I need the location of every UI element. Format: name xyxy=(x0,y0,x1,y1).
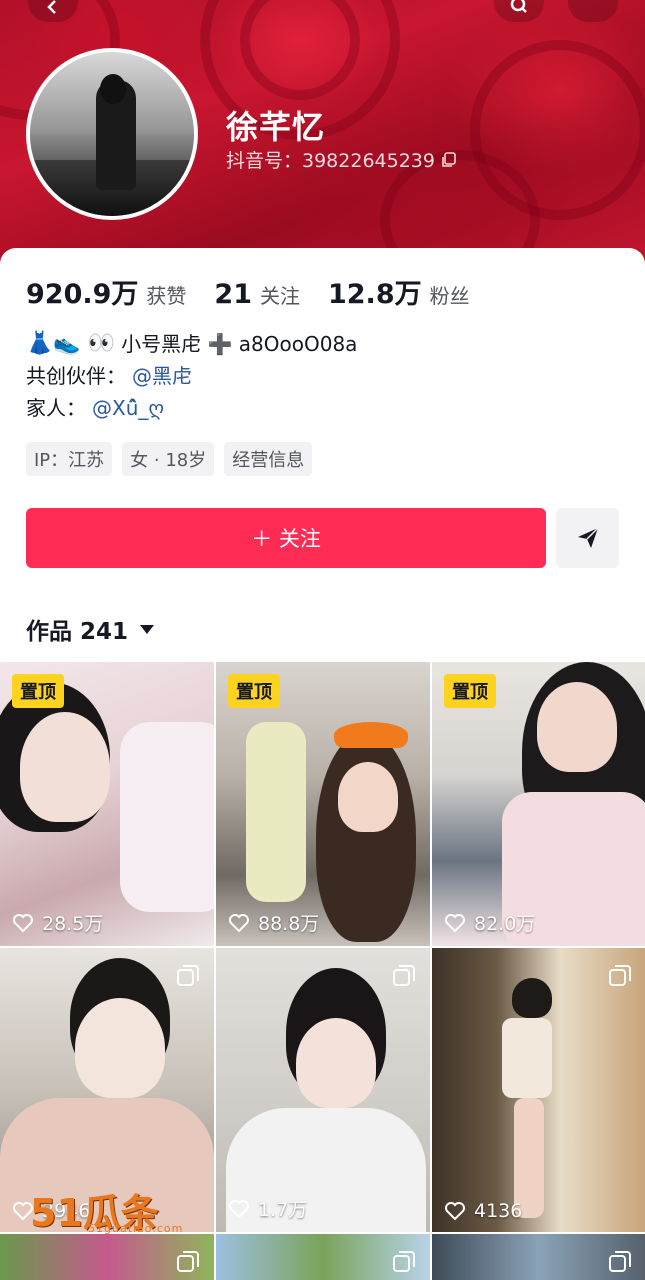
likes-count: 28.5万 xyxy=(42,913,104,935)
douyin-id[interactable]: 抖音号：39822645239 xyxy=(226,146,457,173)
bio-line-1: 👗👟 👀 小号黑虍 ➕ a8OooO08a xyxy=(26,328,357,360)
video-tile[interactable]: 置顶 28.5万 xyxy=(0,662,214,946)
stat-value: 12.8万 xyxy=(327,279,422,310)
tile-likes: 28.5万 xyxy=(12,909,103,936)
family-link[interactable]: @Xû̂_ღ xyxy=(92,392,164,424)
works-label: 作品 241 xyxy=(26,619,129,645)
tile-child xyxy=(246,722,306,902)
stat-following[interactable]: 21 关注 xyxy=(214,279,300,310)
site-watermark: 51瓜条 51guatiao.com xyxy=(30,1182,182,1237)
video-tile[interactable]: 1.7万 xyxy=(216,948,430,1232)
tag-ip-location: IP：江苏 xyxy=(26,442,113,476)
video-tile[interactable] xyxy=(216,1234,430,1280)
cocreator-label: 共创伙伴： xyxy=(26,364,126,388)
send-icon xyxy=(577,527,599,548)
stat-label: 关注 xyxy=(259,284,300,308)
pinned-badge: 置顶 xyxy=(444,674,496,708)
bio: 👗👟 👀 小号黑虍 ➕ a8OooO08a 共创伙伴： @黑虍 家人： @Xû̂… xyxy=(26,328,357,424)
douyin-id-text: 抖音号：39822645239 xyxy=(226,150,435,172)
stat-label: 获赞 xyxy=(146,284,187,308)
heart-icon xyxy=(13,913,33,932)
multi-image-icon xyxy=(393,965,415,986)
stat-value: 21 xyxy=(214,279,252,310)
heart-icon xyxy=(229,913,249,932)
profile-tags: IP：江苏 女 · 18岁 经营信息 xyxy=(26,442,313,476)
stat-label: 粉丝 xyxy=(429,284,470,308)
tag-business-info[interactable]: 经营信息 xyxy=(224,442,313,476)
avatar-figure-head xyxy=(100,74,126,104)
copy-icon[interactable] xyxy=(441,151,457,168)
bio-emojis: 👗👟 👀 xyxy=(26,331,116,356)
heart-icon xyxy=(445,1202,465,1221)
tile-face xyxy=(296,1018,376,1108)
bio-text: 小号黑虍 ➕ a8OooO08a xyxy=(121,332,358,356)
pinned-badge: 置顶 xyxy=(12,674,64,708)
multi-image-icon xyxy=(609,1251,631,1272)
likes-count: 1.7万 xyxy=(258,1199,308,1221)
pinned-badge: 置顶 xyxy=(228,674,280,708)
tile-face xyxy=(338,762,398,832)
tag-gender-age: 女 · 18岁 xyxy=(122,442,215,476)
family-label: 家人： xyxy=(26,396,86,420)
watermark-url: 51guatiao.com xyxy=(88,1222,184,1235)
multi-image-icon xyxy=(609,965,631,986)
likes-count: 4136 xyxy=(474,1200,523,1222)
tile-face xyxy=(75,998,165,1098)
heart-icon xyxy=(229,1199,249,1218)
multi-image-icon xyxy=(177,1251,199,1272)
tile-face xyxy=(20,712,110,822)
stat-value: 920.9万 xyxy=(26,279,139,310)
video-tile[interactable]: 4136 xyxy=(432,948,645,1232)
video-tile[interactable] xyxy=(0,1234,214,1280)
stat-followers[interactable]: 12.8万 粉丝 xyxy=(328,272,470,311)
tile-clothing xyxy=(120,722,214,912)
avatar[interactable] xyxy=(26,48,198,220)
likes-count: 88.8万 xyxy=(258,913,320,935)
back-arrow-icon xyxy=(47,0,56,14)
video-tile[interactable]: 置顶 82.0万 xyxy=(432,662,645,946)
cocreator-link[interactable]: @黑虍 xyxy=(132,360,192,392)
caret-down-icon xyxy=(140,624,155,634)
works-tab[interactable]: 作品 241 xyxy=(26,612,155,646)
tile-likes: 1.7万 xyxy=(228,1195,307,1222)
tile-body xyxy=(502,1018,552,1098)
more-button[interactable] xyxy=(568,0,618,22)
video-tile[interactable] xyxy=(432,1234,645,1280)
search-button[interactable] xyxy=(494,0,544,22)
tile-face xyxy=(537,682,617,772)
bio-line-family: 家人： @Xû̂_ღ xyxy=(26,392,357,424)
tile-hat-filter xyxy=(334,722,408,748)
search-icon xyxy=(510,0,527,13)
stat-likes: 920.9万 获赞 xyxy=(26,272,186,311)
tile-likes: 82.0万 xyxy=(444,909,535,936)
tile-hair xyxy=(512,978,552,1018)
tile-likes: 88.8万 xyxy=(228,909,319,936)
video-tile[interactable]: 置顶 88.8万 xyxy=(216,662,430,946)
profile-card: 920.9万 获赞 21 关注 12.8万 粉丝 👗👟 👀 小号黑虍 ➕ a8O… xyxy=(0,248,645,1280)
heart-icon xyxy=(445,913,465,932)
multi-image-icon xyxy=(177,965,199,986)
likes-count: 82.0万 xyxy=(474,913,536,935)
bio-line-cocreator: 共创伙伴： @黑虍 xyxy=(26,360,357,392)
follow-button[interactable]: ＋ 关注 xyxy=(26,508,546,568)
stats-row: 920.9万 获赞 21 关注 12.8万 粉丝 xyxy=(26,272,498,311)
profile-name: 徐芊忆 xyxy=(226,108,326,146)
message-button[interactable] xyxy=(556,508,619,568)
tile-likes: 4136 xyxy=(444,1200,522,1222)
multi-image-icon xyxy=(393,1251,415,1272)
follow-button-label: ＋ 关注 xyxy=(251,527,321,551)
